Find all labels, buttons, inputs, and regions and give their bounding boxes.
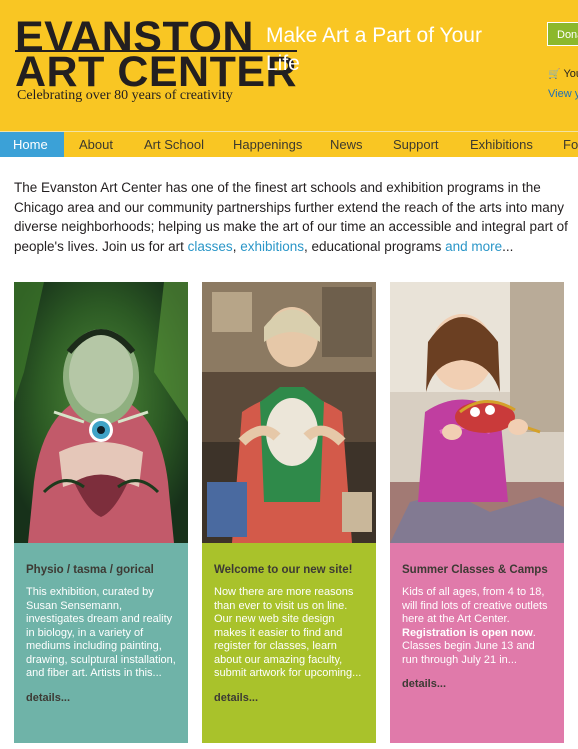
intro-paragraph: The Evanston Art Center has one of the f… <box>14 178 574 256</box>
news-card-body: Welcome to our new site! Now there are m… <box>202 543 376 743</box>
details-link[interactable]: details... <box>214 692 364 704</box>
nav-exhibitions[interactable]: Exhibitions <box>470 132 533 157</box>
intro-text-2: , educational programs <box>304 238 446 254</box>
card-text: Kids of all ages, from 4 to 18, will fin… <box>402 586 552 667</box>
site-tagline: Make Art a Part of Your Life <box>266 24 482 75</box>
intro-ellipsis: ... <box>502 238 514 254</box>
cart-icon: 🛒 <box>548 69 561 80</box>
logo-tagline: Celebrating over 80 years of creativity <box>17 88 233 103</box>
classes-image[interactable] <box>390 282 564 543</box>
donate-button[interactable]: Donate <box>547 22 578 46</box>
nav-news[interactable]: News <box>330 132 363 157</box>
exhibition-image[interactable] <box>14 282 188 543</box>
classes-link[interactable]: classes <box>188 239 233 254</box>
cart-summary[interactable]: 🛒Your Cart <box>548 68 578 80</box>
nav-about[interactable]: About <box>79 132 113 157</box>
details-link[interactable]: details... <box>26 692 176 704</box>
exhibition-card-body: Physio / tasma / gorical This exhibition… <box>14 543 188 743</box>
card-title[interactable]: Summer Classes & Camps <box>402 563 552 578</box>
nav-art-school[interactable]: Art School <box>144 132 204 157</box>
nav-support[interactable]: Support <box>393 132 439 157</box>
card-text: This exhibition, curated by Susan Sensem… <box>26 586 176 679</box>
logo[interactable]: EVANSTON ART CENTER Celebrating over 80 … <box>15 14 298 108</box>
cart-text: Your Cart <box>563 68 578 80</box>
registration-open: Registration is open now <box>402 626 533 639</box>
news-image[interactable] <box>202 282 376 543</box>
nav-happenings[interactable]: Happenings <box>233 132 302 157</box>
card-text: Now there are more reasons than ever to … <box>214 586 362 679</box>
more-link[interactable]: and more <box>445 239 502 254</box>
main-nav: Home About Art School Happenings News Su… <box>0 131 578 157</box>
exhibitions-link[interactable]: exhibitions <box>240 239 304 254</box>
details-link[interactable]: details... <box>402 678 552 690</box>
card-title[interactable]: Physio / tasma / gorical <box>26 563 176 578</box>
nav-home[interactable]: Home <box>0 132 64 157</box>
card-title[interactable]: Welcome to our new site! <box>214 563 364 578</box>
card-text-a: Kids of all ages, from 4 to 18, will fin… <box>402 586 548 625</box>
nav-more[interactable]: For <box>563 132 578 157</box>
classes-card-body: Summer Classes & Camps Kids of all ages,… <box>390 543 564 743</box>
view-cart-link[interactable]: View your cart <box>548 88 578 100</box>
site-header: EVANSTON ART CENTER Celebrating over 80 … <box>0 0 578 131</box>
